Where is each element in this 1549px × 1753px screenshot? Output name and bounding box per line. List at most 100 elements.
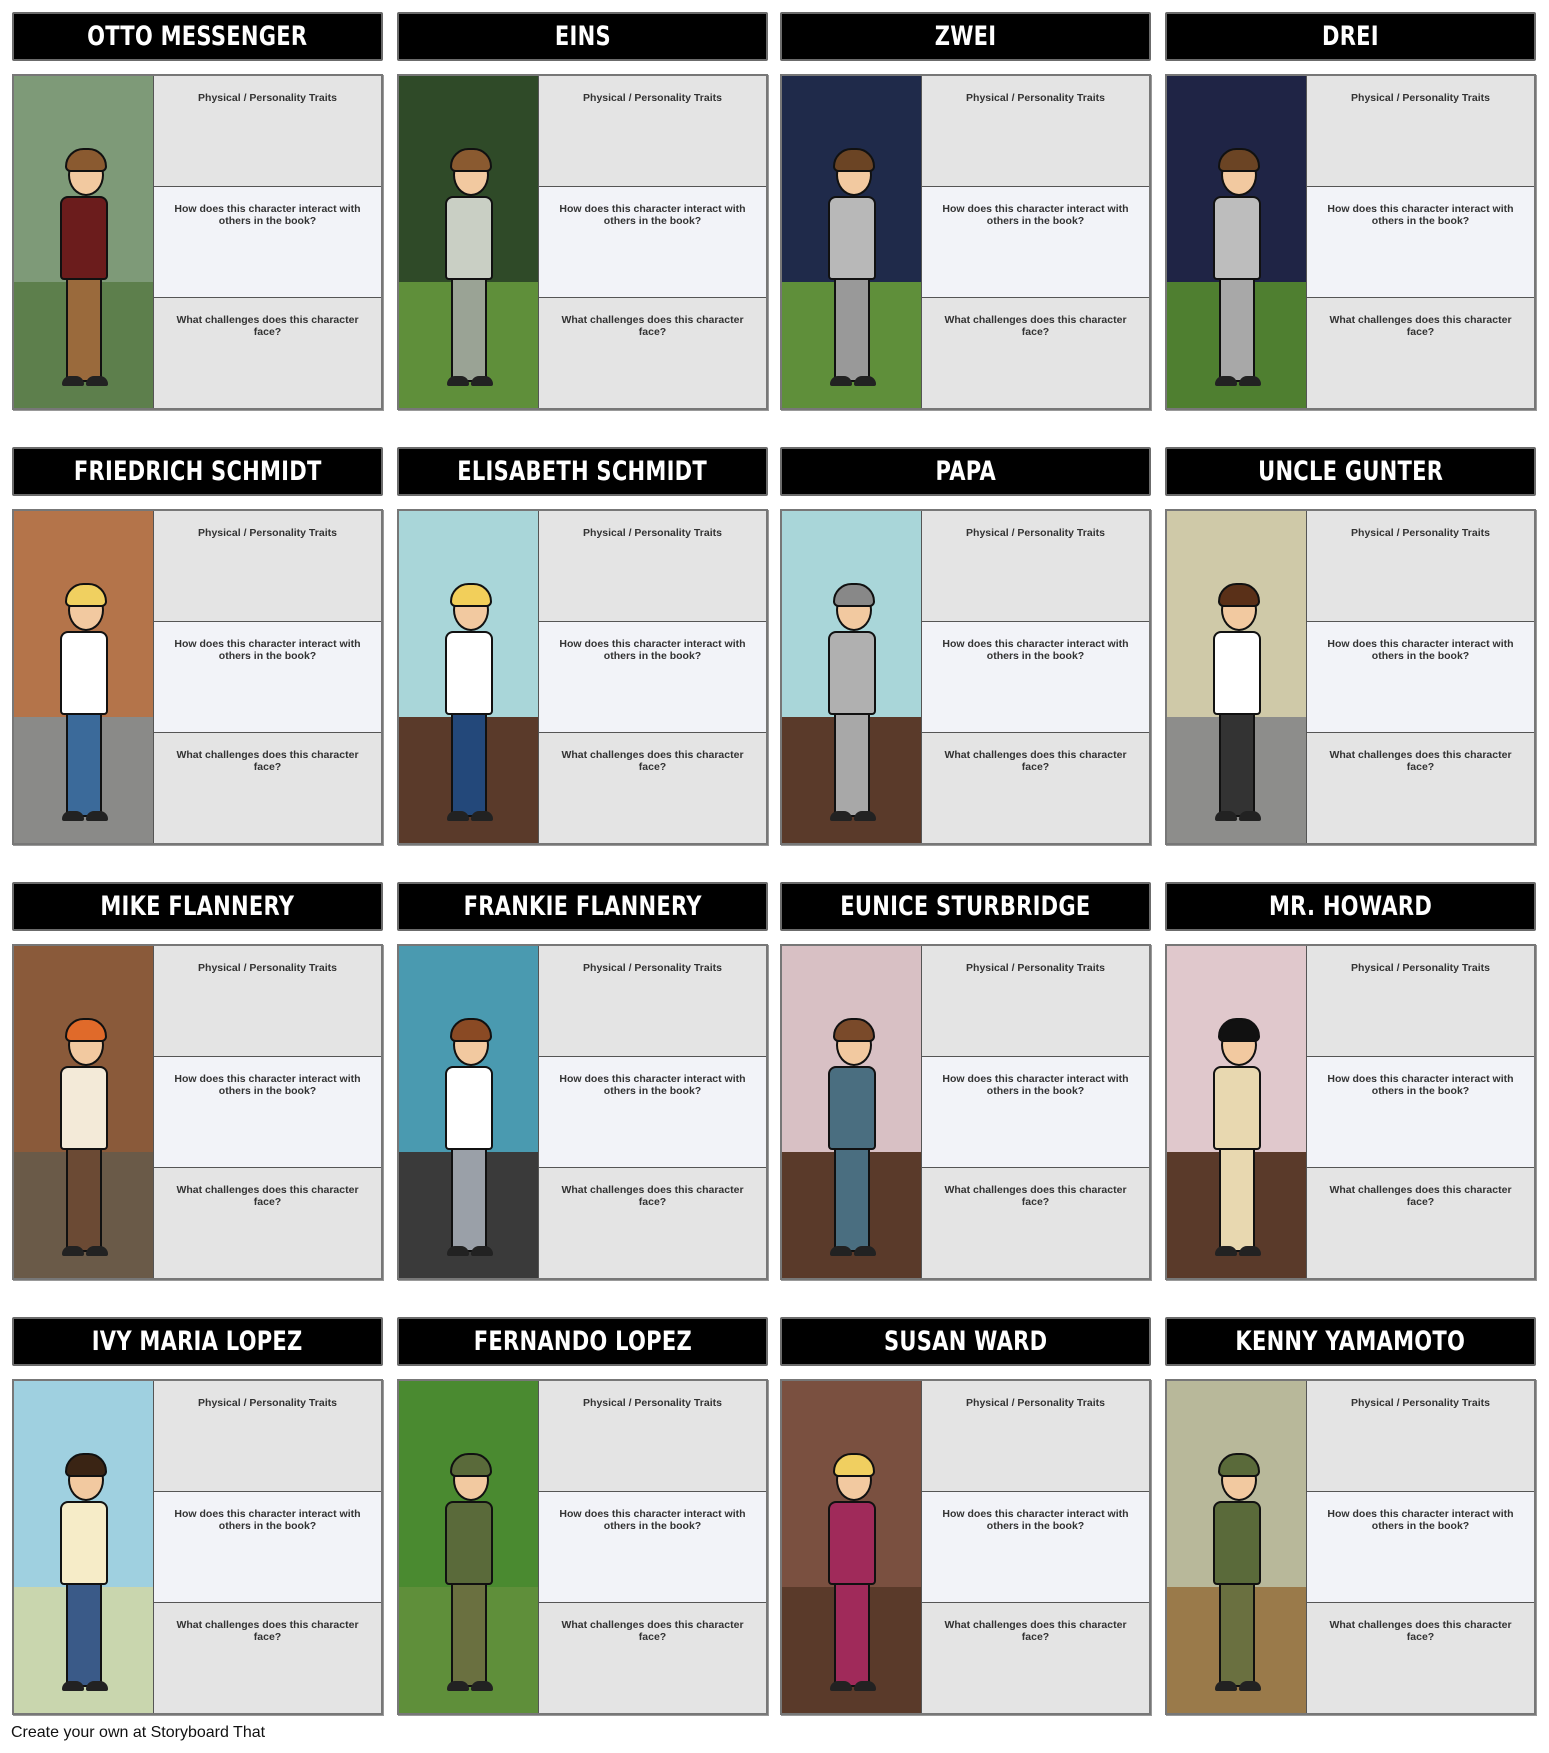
traits-cell[interactable]: Physical / Personality Traits: [922, 946, 1149, 1056]
challenges-cell[interactable]: What challenges does this character face…: [1307, 1168, 1534, 1278]
challenges-cell[interactable]: What challenges does this character face…: [922, 1168, 1149, 1278]
character-card-kenny-yamamoto: KENNY YAMAMOTO Physical / Personality Tr…: [1165, 1317, 1536, 1715]
question-cells: Physical / Personality Traits How does t…: [1307, 511, 1534, 843]
challenges-cell[interactable]: What challenges does this character face…: [539, 1168, 766, 1278]
character-name: ELISABETH SCHMIDT: [457, 456, 708, 487]
character-card-fernando-lopez: FERNANDO LOPEZ Physical / Personality Tr…: [397, 1317, 768, 1715]
traits-cell[interactable]: Physical / Personality Traits: [539, 946, 766, 1056]
interactions-cell[interactable]: How does this character interact with ot…: [539, 1491, 766, 1603]
character-panel: Physical / Personality Traits How does t…: [397, 944, 768, 1280]
question-cells: Physical / Personality Traits How does t…: [539, 946, 766, 1278]
character-illustration: [1167, 511, 1307, 843]
question-cells: Physical / Personality Traits How does t…: [922, 76, 1149, 408]
traits-cell[interactable]: Physical / Personality Traits: [1307, 76, 1534, 186]
traits-cell[interactable]: Physical / Personality Traits: [1307, 511, 1534, 621]
traits-cell[interactable]: Physical / Personality Traits: [539, 76, 766, 186]
character-name-header: MR. HOWARD: [1165, 882, 1536, 931]
challenges-cell[interactable]: What challenges does this character face…: [1307, 298, 1534, 408]
character-name-header: KENNY YAMAMOTO: [1165, 1317, 1536, 1366]
character-card-friedrich-schmidt: FRIEDRICH SCHMIDT Physical / Personality…: [12, 447, 383, 845]
question-cells: Physical / Personality Traits How does t…: [922, 511, 1149, 843]
challenges-cell[interactable]: What challenges does this character face…: [539, 1603, 766, 1713]
interactions-cell[interactable]: How does this character interact with ot…: [1307, 1491, 1534, 1603]
challenges-cell[interactable]: What challenges does this character face…: [154, 1168, 381, 1278]
traits-cell[interactable]: Physical / Personality Traits: [922, 511, 1149, 621]
character-illustration: [399, 1381, 539, 1713]
traits-cell[interactable]: Physical / Personality Traits: [539, 1381, 766, 1491]
traits-cell[interactable]: Physical / Personality Traits: [539, 511, 766, 621]
challenges-cell[interactable]: What challenges does this character face…: [539, 298, 766, 408]
character-panel: Physical / Personality Traits How does t…: [1165, 1379, 1536, 1715]
traits-cell[interactable]: Physical / Personality Traits: [154, 1381, 381, 1491]
interactions-cell[interactable]: How does this character interact with ot…: [154, 621, 381, 733]
character-illustration: [14, 511, 154, 843]
interactions-cell[interactable]: How does this character interact with ot…: [1307, 186, 1534, 298]
traits-cell[interactable]: Physical / Personality Traits: [1307, 1381, 1534, 1491]
character-name: KENNY YAMAMOTO: [1235, 1326, 1466, 1357]
character-name-header: EINS: [397, 12, 768, 61]
character-illustration: [399, 946, 539, 1278]
traits-cell[interactable]: Physical / Personality Traits: [154, 946, 381, 1056]
traits-cell[interactable]: Physical / Personality Traits: [1307, 946, 1534, 1056]
character-illustration: [14, 1381, 154, 1713]
question-cells: Physical / Personality Traits How does t…: [1307, 946, 1534, 1278]
character-card-mike-flannery: MIKE FLANNERY Physical / Personality Tra…: [12, 882, 383, 1280]
character-figure: [439, 1449, 499, 1699]
challenges-cell[interactable]: What challenges does this character face…: [922, 733, 1149, 843]
character-figure: [54, 144, 114, 394]
interactions-cell[interactable]: How does this character interact with ot…: [539, 1056, 766, 1168]
interactions-cell[interactable]: How does this character interact with ot…: [154, 186, 381, 298]
interactions-cell[interactable]: How does this character interact with ot…: [154, 1056, 381, 1168]
interactions-cell[interactable]: How does this character interact with ot…: [154, 1491, 381, 1603]
interactions-cell[interactable]: How does this character interact with ot…: [539, 186, 766, 298]
character-name: FRANKIE FLANNERY: [463, 891, 702, 922]
character-figure: [54, 1014, 114, 1264]
interactions-cell[interactable]: How does this character interact with ot…: [539, 621, 766, 733]
challenges-cell[interactable]: What challenges does this character face…: [1307, 1603, 1534, 1713]
interactions-cell[interactable]: How does this character interact with ot…: [922, 1491, 1149, 1603]
character-name: OTTO MESSENGER: [87, 21, 308, 52]
character-name: DREI: [1322, 21, 1379, 52]
character-name-header: FERNANDO LOPEZ: [397, 1317, 768, 1366]
challenges-cell[interactable]: What challenges does this character face…: [154, 733, 381, 843]
traits-cell[interactable]: Physical / Personality Traits: [922, 76, 1149, 186]
interactions-cell[interactable]: How does this character interact with ot…: [922, 186, 1149, 298]
interactions-cell[interactable]: How does this character interact with ot…: [922, 1056, 1149, 1168]
question-cells: Physical / Personality Traits How does t…: [154, 76, 381, 408]
character-card-papa: PAPA Physical / Personality Traits How d…: [780, 447, 1151, 845]
character-panel: Physical / Personality Traits How does t…: [1165, 74, 1536, 410]
character-card-uncle-gunter: UNCLE GUNTER Physical / Personality Trai…: [1165, 447, 1536, 845]
challenges-cell[interactable]: What challenges does this character face…: [1307, 733, 1534, 843]
interactions-cell[interactable]: How does this character interact with ot…: [1307, 621, 1534, 733]
character-illustration: [782, 1381, 922, 1713]
character-figure: [54, 579, 114, 829]
character-panel: Physical / Personality Traits How does t…: [780, 509, 1151, 845]
challenges-cell[interactable]: What challenges does this character face…: [539, 733, 766, 843]
challenges-cell[interactable]: What challenges does this character face…: [922, 1603, 1149, 1713]
challenges-cell[interactable]: What challenges does this character face…: [154, 1603, 381, 1713]
traits-cell[interactable]: Physical / Personality Traits: [922, 1381, 1149, 1491]
question-cells: Physical / Personality Traits How does t…: [539, 511, 766, 843]
question-cells: Physical / Personality Traits How does t…: [154, 1381, 381, 1713]
character-illustration: [1167, 76, 1307, 408]
character-panel: Physical / Personality Traits How does t…: [397, 509, 768, 845]
traits-cell[interactable]: Physical / Personality Traits: [154, 511, 381, 621]
challenges-cell[interactable]: What challenges does this character face…: [922, 298, 1149, 408]
character-name: EUNICE STURBRIDGE: [840, 891, 1091, 922]
character-name: FRIEDRICH SCHMIDT: [73, 456, 322, 487]
character-illustration: [1167, 946, 1307, 1278]
traits-cell[interactable]: Physical / Personality Traits: [154, 76, 381, 186]
character-name: PAPA: [935, 456, 996, 487]
character-name: SUSAN WARD: [883, 1326, 1048, 1357]
challenges-cell[interactable]: What challenges does this character face…: [154, 298, 381, 408]
character-figure: [822, 1449, 882, 1699]
interactions-cell[interactable]: How does this character interact with ot…: [1307, 1056, 1534, 1168]
question-cells: Physical / Personality Traits How does t…: [539, 1381, 766, 1713]
question-cells: Physical / Personality Traits How does t…: [539, 76, 766, 408]
character-figure: [1207, 1014, 1267, 1264]
character-name-header: UNCLE GUNTER: [1165, 447, 1536, 496]
question-cells: Physical / Personality Traits How does t…: [154, 511, 381, 843]
footer-credit-link[interactable]: Create your own at Storyboard That: [11, 1724, 265, 1742]
interactions-cell[interactable]: How does this character interact with ot…: [922, 621, 1149, 733]
character-card-elisabeth-schmidt: ELISABETH SCHMIDT Physical / Personality…: [397, 447, 768, 845]
